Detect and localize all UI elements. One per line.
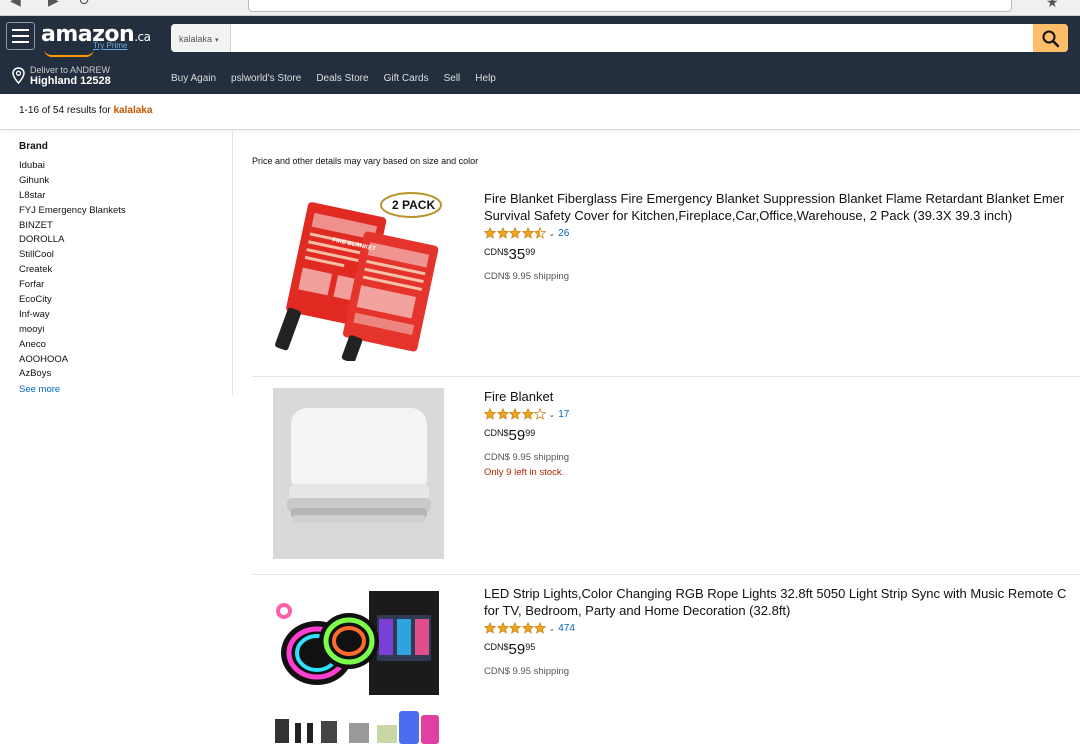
nav-buy-again[interactable]: Buy Again	[171, 73, 216, 84]
star-icon	[534, 408, 546, 420]
product-image-fire-blanket[interactable]	[273, 388, 444, 559]
product-price: CDN$5999	[484, 427, 536, 444]
nav-deals-store[interactable]: Deals Store	[316, 73, 368, 84]
results-query: kalalaka	[113, 105, 153, 116]
brand-filter-item[interactable]: Idubai	[19, 159, 126, 174]
menu-icon[interactable]	[6, 22, 35, 50]
brand-filter-item[interactable]: EcoCity	[19, 293, 126, 308]
review-count-link[interactable]: 26	[558, 228, 569, 239]
star-icon	[496, 227, 509, 239]
shipping-info: CDN$ 9.95 shipping	[484, 271, 570, 282]
star-icon	[521, 227, 534, 239]
search-button[interactable]	[1033, 24, 1068, 52]
review-count-link[interactable]: 17	[558, 409, 569, 420]
star-icon	[521, 408, 534, 420]
product-rating[interactable]: ⌄ 17	[484, 407, 1080, 421]
star-rating-icon	[484, 227, 547, 239]
star-icon	[509, 622, 521, 634]
filter-sidebar: Brand Idubai Gihunk L8star FYJ Emergency…	[0, 131, 233, 395]
product-info: Fire Blanket Fiberglass Fire Emergency B…	[484, 190, 1080, 282]
product-rating[interactable]: ⌄ 26	[484, 226, 1080, 240]
brand-filter-item[interactable]: mooyi	[19, 323, 126, 338]
location-pin-icon	[12, 67, 25, 84]
product-title[interactable]: LED Strip Lights,Color Changing RGB Rope…	[484, 585, 1080, 619]
site-header: amazon.ca Try Prime kalalaka ▾ Deliver to…	[0, 16, 1080, 94]
deliver-location: Highland 12528	[30, 75, 111, 87]
star-icon	[484, 408, 496, 420]
result-divider	[252, 574, 1080, 575]
results-summary-bar: 1-16 of 54 results for kalalaka	[0, 94, 1080, 130]
product-image-fire-blanket-2pack[interactable]	[273, 190, 444, 361]
star-icon	[534, 227, 546, 239]
star-icon	[509, 227, 521, 239]
product-info: Fire Blanket ⌄ 17 CDN$5999 CDN$ 9.95 shi…	[484, 388, 1080, 478]
forward-icon[interactable]: ▶	[48, 0, 59, 9]
star-icon	[509, 408, 521, 420]
brand-filter-item[interactable]: BINZET	[19, 219, 126, 234]
try-prime-link[interactable]: Try Prime	[93, 41, 127, 50]
nav-gift-cards[interactable]: Gift Cards	[384, 73, 429, 84]
brand-filter-item[interactable]: Forfar	[19, 278, 126, 293]
star-icon	[484, 227, 496, 239]
star-icon	[496, 622, 509, 634]
see-more-brands-link[interactable]: See more	[19, 384, 60, 395]
results-count: 1-16 of 54 results for kalalaka	[19, 105, 153, 116]
brand-filter-item[interactable]: Inf-way	[19, 308, 126, 323]
search-icon	[1042, 30, 1060, 48]
header-nav: Buy Again pslworld's Store Deals Store G…	[171, 73, 496, 84]
product-title[interactable]: Fire Blanket	[484, 388, 1080, 405]
brand-filter-item[interactable]: Gihunk	[19, 174, 126, 189]
browser-toolbar: ◀ ▶ ↻ ★	[0, 0, 1080, 16]
brand-list: Idubai Gihunk L8star FYJ Emergency Blank…	[19, 159, 126, 382]
product-rating[interactable]: ⌄ 474	[484, 621, 1080, 635]
brand-filter-item[interactable]: L8star	[19, 189, 126, 204]
brand-filter-item[interactable]: AzBoys	[19, 367, 126, 382]
pack-badge: 2 PACK	[392, 198, 436, 212]
star-icon	[521, 622, 534, 634]
chevron-down-icon: ⌄	[548, 623, 556, 633]
product-image-led-strip[interactable]	[273, 585, 444, 744]
star-rating-icon	[484, 622, 547, 634]
bookmark-star-icon[interactable]: ★	[1046, 0, 1059, 10]
back-icon[interactable]: ◀	[10, 0, 21, 9]
brand-filter-item[interactable]: AOOHOOA	[19, 353, 126, 368]
nav-help[interactable]: Help	[475, 73, 496, 84]
deliver-label: Deliver to ANDREW	[30, 65, 111, 75]
chevron-down-icon: ⌄	[548, 228, 556, 238]
brand-filter-item[interactable]: FYJ Emergency Blankets	[19, 204, 126, 219]
stock-warning: Only 9 left in stock.	[484, 467, 565, 478]
star-icon	[534, 622, 546, 634]
address-bar[interactable]	[248, 0, 1012, 12]
brand-filter-heading: Brand	[19, 141, 48, 152]
product-title[interactable]: Fire Blanket Fiberglass Fire Emergency B…	[484, 190, 1080, 224]
reload-icon[interactable]: ↻	[78, 0, 90, 9]
brand-filter-item[interactable]: Aneco	[19, 338, 126, 353]
brand-filter-item[interactable]: DOROLLA	[19, 233, 126, 248]
logo-smile-icon	[44, 49, 94, 57]
review-count-link[interactable]: 474	[558, 623, 575, 634]
nav-store[interactable]: pslworld's Store	[231, 73, 301, 84]
chevron-down-icon: ⌄	[548, 409, 556, 419]
product-price: CDN$3599	[484, 246, 536, 263]
nav-sell[interactable]: Sell	[444, 73, 461, 84]
product-price: CDN$5995	[484, 641, 536, 658]
brand-filter-item[interactable]: StillCool	[19, 248, 126, 263]
star-icon	[496, 408, 509, 420]
price-note: Price and other details may vary based o…	[252, 156, 479, 166]
product-info: LED Strip Lights,Color Changing RGB Rope…	[484, 585, 1080, 677]
shipping-info: CDN$ 9.95 shipping	[484, 452, 570, 463]
search-bar: kalalaka ▾	[171, 24, 1068, 52]
star-rating-icon	[484, 408, 547, 420]
search-input[interactable]	[231, 24, 1033, 52]
result-divider	[252, 376, 1080, 377]
star-icon	[484, 622, 496, 634]
search-department-select[interactable]: kalalaka ▾	[171, 24, 231, 52]
shipping-info: CDN$ 9.95 shipping	[484, 666, 570, 677]
brand-filter-item[interactable]: Createk	[19, 263, 126, 278]
